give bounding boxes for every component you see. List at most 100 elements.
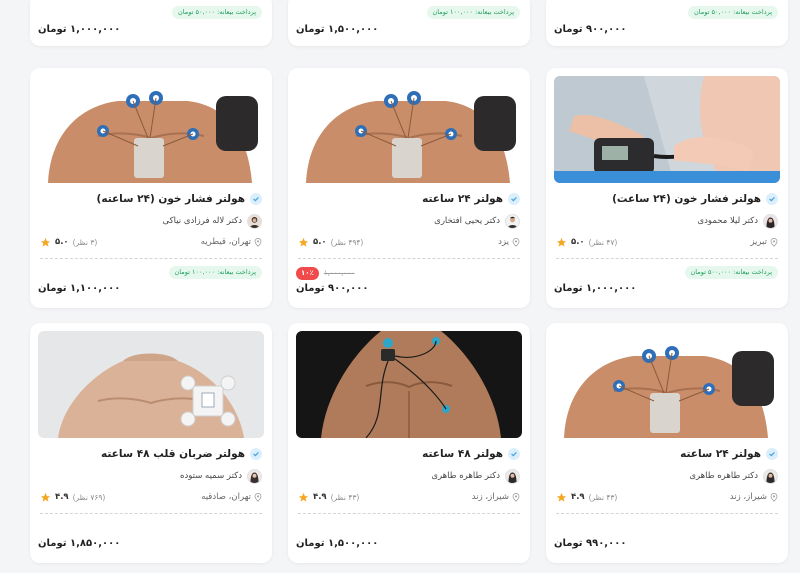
doctor-name[interactable]: دکتر لاله فرزادی نیاکی (163, 216, 243, 226)
location-pin-icon (512, 492, 520, 502)
product-card[interactable]: هولتر فشار خون (۲۴ ساعته) دکتر لاله فرزا… (30, 68, 272, 308)
doctor-avatar (763, 468, 778, 484)
product-card[interactable]: هولتر ضربان قلب ۴۸ ساعته دکتر سمیه ستوده… (30, 323, 272, 563)
location: تبریز (750, 237, 778, 247)
rating: ۴.۹ (۷۶۹ نظر) (40, 492, 105, 503)
product-title[interactable]: هولتر فشار خون (۲۴ ساعته) (97, 193, 245, 205)
location: تهران، صادقیه (201, 492, 262, 502)
rating: ۴.۹ (۴۳ نظر) (298, 492, 359, 503)
product-card[interactable]: پرداخت بیعانه: ۵۰,۰۰۰ تومان ۹۰۰,۰۰۰ توما… (546, 0, 788, 46)
review-count: (۷۶۹ نظر) (72, 492, 106, 502)
discount-badge: ۱۰٪ (296, 266, 319, 280)
doctor-name[interactable]: دکتر طاهره طاهری (431, 471, 500, 481)
star-icon (298, 492, 309, 502)
deposit-badge: پرداخت بیعانه: ۱۰۰,۰۰۰ تومان (168, 266, 262, 279)
product-card[interactable]: هولتر ۲۴ ساعته دکتر طاهره طاهری ۴.۹ (۴۳ … (546, 323, 788, 563)
divider (298, 258, 520, 259)
verified-icon (508, 448, 520, 460)
star-icon (298, 237, 309, 247)
rating-score: ۴.۹ (55, 492, 69, 502)
divider (40, 513, 262, 514)
product-image[interactable] (296, 76, 522, 183)
product-image[interactable] (554, 76, 780, 183)
doctor-name[interactable]: دکتر یحیی افتخاری (434, 216, 500, 226)
product-title[interactable]: هولتر فشار خون (۲۴ ساعت) (612, 193, 761, 205)
doctor-avatar (247, 213, 262, 229)
location: تهران، قیطریه (201, 237, 262, 247)
review-count: (۴۹۴ نظر) (330, 237, 364, 247)
deposit-badge: پرداخت بیعانه: ۱۰۰,۰۰۰ تومان (426, 6, 520, 19)
verified-icon (250, 193, 262, 205)
divider (40, 258, 262, 259)
star-icon (556, 492, 567, 502)
doctor-avatar (505, 468, 520, 484)
product-grid: پرداخت بیعانه: ۵۰,۰۰۰ تومان ۱,۰۰۰,۰۰۰ تو… (0, 0, 800, 573)
divider (298, 513, 520, 514)
product-image[interactable] (296, 331, 522, 438)
location: یزد (498, 237, 520, 247)
price: ۱,۰۰۰,۰۰۰ تومان (554, 283, 637, 294)
product-card[interactable]: هولتر فشار خون (۲۴ ساعت) دکتر لیلا محمود… (546, 68, 788, 308)
deposit-badge: پرداخت بیعانه: ۵۰,۰۰۰ تومان (688, 6, 778, 19)
price: ۱,۵۰۰,۰۰۰ تومان (296, 24, 379, 35)
location-pin-icon (770, 237, 778, 247)
price: ۹۹۰,۰۰۰ تومان (554, 538, 627, 549)
location-pin-icon (254, 492, 262, 502)
product-card[interactable]: هولتر ۲۴ ساعته دکتر یحیی افتخاری ۵.۰ (۴۹… (288, 68, 530, 308)
rating-score: ۵.۰ (313, 237, 327, 247)
doctor-avatar (505, 213, 520, 229)
price: ۱,۰۰۰,۰۰۰ تومان (38, 24, 121, 35)
price: ۱,۵۰۰,۰۰۰ تومان (296, 538, 379, 549)
rating: ۵.۰ (۳ نظر) (40, 237, 97, 248)
product-title[interactable]: هولتر ۴۸ ساعته (422, 448, 503, 460)
rating-score: ۵.۰ (571, 237, 585, 247)
location-pin-icon (254, 237, 262, 247)
divider (556, 258, 778, 259)
location-pin-icon (512, 237, 520, 247)
product-title[interactable]: هولتر ۲۴ ساعته (680, 448, 761, 460)
doctor-name[interactable]: دکتر سمیه ستوده (180, 471, 242, 481)
location-name: شیراز، زند (729, 492, 767, 502)
deposit-badge: پرداخت بیعانه: ۵۰,۰۰۰ تومان (172, 6, 262, 19)
product-title[interactable]: هولتر ۲۴ ساعته (422, 193, 503, 205)
doctor-avatar (763, 213, 778, 229)
doctor-avatar (247, 468, 262, 484)
rating: ۴.۹ (۴۳ نظر) (556, 492, 617, 503)
location-name: یزد (498, 237, 509, 247)
rating: ۵.۰ (۴۷ نظر) (556, 237, 617, 248)
rating-score: ۴.۹ (571, 492, 585, 502)
location-name: تبریز (750, 237, 767, 247)
location-name: شیراز، زند (471, 492, 509, 502)
product-image[interactable] (38, 76, 264, 183)
price: ۹۰۰,۰۰۰ تومان (296, 283, 369, 294)
price: ۹۰۰,۰۰۰ تومان (554, 24, 627, 35)
doctor-name[interactable]: دکتر طاهره طاهری (689, 471, 758, 481)
verified-icon (508, 193, 520, 205)
location: شیراز، زند (730, 492, 778, 502)
star-icon (40, 492, 51, 502)
doctor-name[interactable]: دکتر لیلا محمودی (697, 216, 758, 226)
verified-icon (250, 448, 262, 460)
star-icon (556, 237, 567, 247)
verified-icon (766, 448, 778, 460)
product-card[interactable]: پرداخت بیعانه: ۱۰۰,۰۰۰ تومان ۱,۵۰۰,۰۰۰ ت… (288, 0, 530, 46)
rating-score: ۵.۰ (55, 237, 69, 247)
location-pin-icon (770, 492, 778, 502)
product-card[interactable]: هولتر ۴۸ ساعته دکتر طاهره طاهری ۴.۹ (۴۳ … (288, 323, 530, 563)
product-title[interactable]: هولتر ضربان قلب ۴۸ ساعته (101, 448, 245, 460)
star-icon (40, 237, 51, 247)
rating-score: ۴.۹ (313, 492, 327, 502)
location: شیراز، زند (472, 492, 520, 502)
location-name: تهران، قیطریه (200, 237, 251, 247)
location-name: تهران، صادقیه (201, 492, 251, 502)
review-count: (۴۳ نظر) (588, 492, 618, 502)
verified-icon (766, 193, 778, 205)
product-card[interactable]: پرداخت بیعانه: ۵۰,۰۰۰ تومان ۱,۰۰۰,۰۰۰ تو… (30, 0, 272, 46)
old-price: ۱,۰۰۰,۰۰۰ (323, 269, 355, 277)
product-image[interactable] (38, 331, 264, 438)
product-image[interactable] (554, 331, 780, 438)
price: ۱,۱۰۰,۰۰۰ تومان (38, 283, 121, 294)
price: ۱,۸۵۰,۰۰۰ تومان (38, 538, 121, 549)
deposit-badge: پرداخت بیعانه: ۵۰۰,۰۰۰ تومان (684, 266, 778, 279)
review-count: (۴۷ نظر) (588, 237, 618, 247)
